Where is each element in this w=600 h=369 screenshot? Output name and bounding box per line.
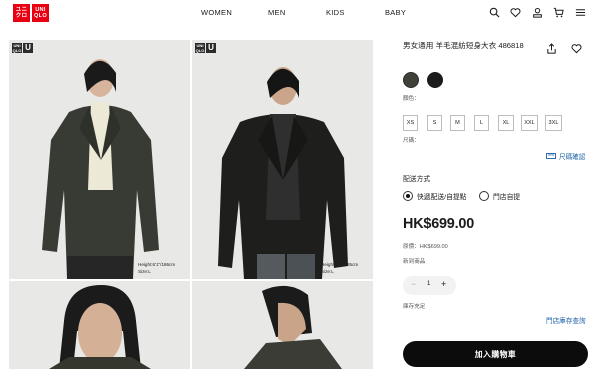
color-label: 顏色： [403,96,420,102]
product-photo-front[interactable]: UNI QLO U Height:6'1"/186cm Size:L [9,40,190,279]
increment-button[interactable]: + [441,279,446,289]
share-icon[interactable] [546,43,557,54]
account-icon[interactable] [532,7,543,18]
quantity-stepper: − 1 + [403,276,456,295]
size-3xl[interactable]: 3XL [545,115,562,131]
radio-selected[interactable] [403,191,413,201]
stock-status: 庫存充足 [403,304,426,310]
model-front-illustration [9,40,190,279]
size-guide-link[interactable]: 尺碼確認 [546,151,585,161]
heart-icon[interactable] [510,7,521,18]
size-label: 尺碼： [403,138,420,144]
product-photo-closeup[interactable] [9,281,190,369]
size-xxl[interactable]: XXL [521,115,538,131]
nav-women[interactable]: WOMEN [201,8,232,17]
product-title: 男女通用 羊毛混紡短身大衣 486818 [403,41,524,50]
store-stock-link[interactable]: 門店庫存查詢 [546,315,586,325]
color-swatch-black[interactable] [427,72,443,88]
uniqlo-badge: UNI QLO U [12,43,33,53]
radio-unselected[interactable] [479,191,489,201]
site-header: ユニ クロ UNI QLO WOMEN MEN KIDS BABY [0,0,600,28]
size-xs[interactable]: XS [403,115,418,131]
model-side-illustration [192,281,373,369]
product-photo-side[interactable] [192,281,373,369]
uniqlo-logo[interactable]: ユニ クロ UNI QLO [13,4,49,22]
cart-icon[interactable] [553,7,564,18]
model-caption: Height:6'1"/185cm Size:L [321,262,359,274]
model-closeup-illustration [9,281,190,369]
delivery-heading: 配送方式 [403,176,431,183]
menu-icon[interactable] [575,7,586,18]
original-price: 原價：HK$699.00 [403,244,448,250]
search-icon[interactable] [489,7,500,18]
nav-men[interactable]: MEN [268,8,286,17]
size-l[interactable]: L [474,115,489,131]
add-to-cart-button[interactable]: 加入購物車 [403,341,588,367]
size-guide-label: 尺碼確認 [559,154,586,161]
nav-baby[interactable]: BABY [385,8,406,17]
delivery-option-store-pickup[interactable]: 門店自提 [479,191,520,201]
ruler-icon [546,153,556,159]
new-arrival-tag: 新到商品 [403,259,426,265]
size-xl[interactable]: XL [498,115,514,131]
model-caption: Height:6'1"/186cm Size:L [138,262,176,274]
product-price: HK$699.00 [403,216,475,232]
decrement-button[interactable]: − [411,279,416,289]
logo-katakana-bottom: クロ [15,13,28,19]
size-m[interactable]: M [450,115,465,131]
nav-kids[interactable]: KIDS [326,8,345,17]
product-photo-front-2[interactable]: UNI QLO U Height:6'1"/185cm Size:L [192,40,373,279]
color-swatch-olive[interactable] [403,72,419,88]
favorite-icon[interactable] [571,43,582,54]
logo-latin-bottom: QLO [33,13,48,19]
uniqlo-badge: UNI QLO U [195,43,216,53]
quantity-value[interactable]: 1 [427,281,430,287]
delivery-option-courier[interactable]: 快遞配送/自提點 [403,191,466,201]
model-front-2-illustration [192,40,373,279]
product-gallery: UNI QLO U Height:6'1"/186cm Size:L UNI QL… [9,40,373,369]
delivery-option-label: 快遞配送/自提點 [417,194,467,201]
size-s[interactable]: S [427,115,442,131]
delivery-option-label: 門店自提 [493,194,521,201]
